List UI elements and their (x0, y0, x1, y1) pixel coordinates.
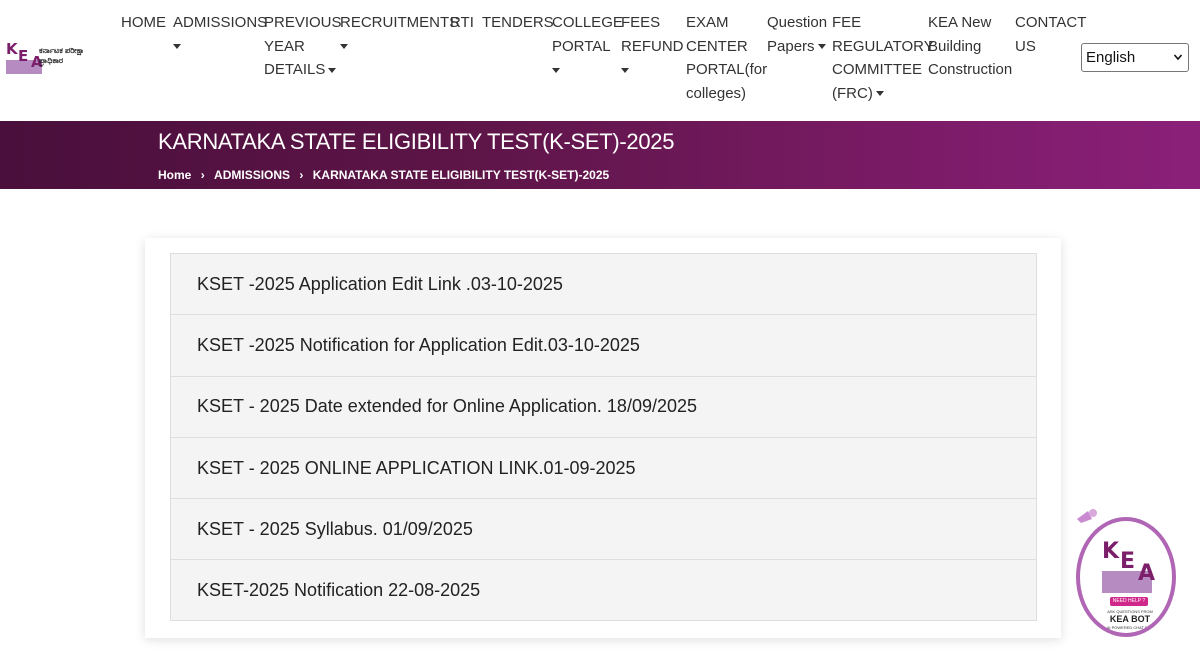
list-item-label: KSET - 2025 ONLINE APPLICATION LINK.01-0… (197, 457, 636, 478)
nav-item-question[interactable]: Question Papers (767, 11, 827, 58)
caret-down-icon (875, 91, 884, 97)
kea-bot-badge: K E A NEED HELP ? ASK QUESTIONS FROM KEA… (1076, 517, 1176, 637)
nav-item-label: CENTER (686, 37, 748, 55)
nav-item-label: FEES (621, 14, 661, 31)
nav-item-label: Building (928, 37, 982, 55)
breadcrumb: Home › ADMISSIONS › KARNATAKA STATE ELIG… (158, 167, 609, 182)
nav-item-label: CONTACT (1015, 14, 1087, 31)
nav-item-exam[interactable]: EXAM CENTER PORTAL(for colleges) (686, 11, 767, 105)
nav-item-tenders[interactable]: TENDERS (482, 11, 554, 35)
caret-down-icon (552, 67, 560, 73)
list-item-label: KSET -2025 Application Edit Link .03-10-… (197, 273, 563, 294)
nav-item-label: REFUND (621, 37, 684, 55)
nav-item-text: Papers (767, 37, 815, 55)
nav-item-label: FEE (832, 14, 862, 31)
list-item-label: KSET - 2025 Syllabus. 01/09/2025 (197, 518, 473, 539)
nav-item-admissions[interactable]: ADMISSIONS (173, 11, 267, 58)
bot-subtitle: AI POWERED CHAT BOT (1106, 625, 1154, 630)
nav-item-label: REGULATORY (832, 37, 934, 55)
nav-item-contact[interactable]: CONTACT US (1015, 11, 1086, 58)
nav-item-label: PORTAL (552, 37, 611, 55)
breadcrumb-home[interactable]: Home (158, 168, 191, 182)
nav-item-home[interactable]: HOME (121, 11, 166, 35)
nav-item-fees[interactable]: FEES REFUND (621, 11, 684, 82)
nav-item-label: ADMISSIONS (173, 14, 268, 31)
page-title: KARNATAKA STATE ELIGIBILITY TEST(K-SET)-… (158, 129, 675, 154)
nav-item-text: (FRC) (832, 84, 873, 102)
bot-name: KEA BOT (1109, 614, 1151, 624)
caret-down-icon (340, 44, 348, 50)
language-select[interactable]: English (1081, 43, 1189, 72)
caret-down-icon (328, 67, 337, 73)
caret-down-icon (173, 44, 181, 50)
nav-caret-row (173, 35, 267, 59)
bot-letter-k: K (1102, 539, 1120, 564)
breadcrumb-current: KARNATAKA STATE ELIGIBILITY TEST(K-SET)-… (312, 167, 610, 182)
nav-item-label: US (1015, 37, 1036, 55)
nav-item-label: PORTAL(for (686, 61, 768, 78)
nav-item-label: KEA New (928, 14, 992, 31)
chevron-down-icon (1174, 54, 1182, 61)
need-help-badge: NEED HELP ? (1110, 597, 1148, 606)
list-item-link[interactable]: KSET - 2025 ONLINE APPLICATION LINK.01-0… (170, 436, 1037, 499)
nav-caret-row (621, 58, 684, 82)
list-item-link[interactable]: KSET-2025 Notification 22-08-2025 (170, 559, 1037, 621)
nav-item-kea-building[interactable]: KEA New Building Construction (928, 11, 1012, 82)
nav-item-label: RTI (450, 14, 474, 31)
nav-item-label: colleges) (686, 84, 747, 102)
nav-item-label: PREVIOUS (264, 14, 342, 31)
nav-item-label: HOME (121, 14, 166, 31)
links-card: KSET -2025 Application Edit Link .03-10-… (145, 238, 1061, 638)
logo-letter-e: E (18, 47, 29, 65)
nav-item-label: DETAILS (264, 58, 342, 82)
nav-item-label: COLLEGE (552, 14, 623, 31)
caret-down-icon (817, 44, 826, 50)
nav-item-label: RECRUITMENTS (340, 14, 460, 31)
list-item-link[interactable]: KSET - 2025 Syllabus. 01/09/2025 (170, 498, 1037, 560)
kea-logo[interactable]: K E A ಕರ್ನಾಟಕ ಪರೀಕ್ಷಾ ಪ್ರಾಧಿಕಾರ (6, 38, 102, 78)
list-item-label: KSET -2025 Notification for Application … (197, 334, 640, 355)
list-item-link[interactable]: KSET -2025 Application Edit Link .03-10-… (170, 253, 1037, 315)
bot-letter-e: E (1120, 549, 1136, 574)
bot-letter-a: A (1138, 561, 1156, 586)
nav-item-label: YEAR (264, 37, 305, 55)
logo-letter-k: K (6, 40, 18, 58)
list-item-link[interactable]: KSET - 2025 Date extended for Online App… (170, 375, 1037, 437)
kea-bot-button[interactable]: K E A NEED HELP ? ASK QUESTIONS FROM KEA… (1072, 505, 1182, 640)
site-header: K E A ಕರ್ನಾಟಕ ಪರೀಕ್ಷಾ ಪ್ರಾಧಿಕಾರ HOME ADMI… (0, 0, 1200, 121)
caret-down-icon (621, 67, 629, 73)
page-banner: KARNATAKA STATE ELIGIBILITY TEST(K-SET)-… (0, 121, 1200, 189)
nav-item-label: COMMITTEE (832, 61, 922, 78)
language-selected-value: English (1086, 49, 1136, 66)
logo-kannada-text: ಕರ್ನಾಟಕ ಪರೀಕ್ಷಾ ಪ್ರಾಧಿಕಾರ (39, 46, 85, 65)
chevron-right-icon: › (299, 167, 304, 182)
list-item-label: KSET-2025 Notification 22-08-2025 (197, 579, 481, 600)
nav-caret-row (340, 35, 459, 59)
nav-item-previous[interactable]: PREVIOUS YEAR DETAILS (264, 11, 342, 82)
nav-item-college[interactable]: COLLEGE PORTAL (552, 11, 623, 82)
nav-item-label: Construction (928, 61, 1013, 78)
nav-item-fee-reg[interactable]: FEE REGULATORY COMMITTEE (FRC) (832, 11, 934, 105)
kset-links-list: KSET -2025 Application Edit Link .03-10-… (170, 253, 1037, 621)
list-item-label: KSET - 2025 Date extended for Online App… (197, 396, 698, 417)
nav-item-text: DETAILS (264, 61, 326, 78)
nav-caret-row (552, 58, 623, 82)
list-item-link[interactable]: KSET -2025 Notification for Application … (170, 314, 1037, 376)
nav-item-label: (FRC) (832, 82, 934, 106)
chevron-right-icon: › (200, 167, 205, 182)
nav-item-recruitments[interactable]: RECRUITMENTS (340, 11, 459, 58)
nav-item-rti[interactable]: RTI (450, 11, 474, 35)
nav-item-label: Question (767, 14, 828, 31)
nav-item-label: EXAM (686, 14, 729, 31)
nav-item-label: TENDERS (482, 14, 554, 31)
nav-item-label: Papers (767, 35, 827, 59)
breadcrumb-admissions[interactable]: ADMISSIONS (214, 168, 290, 182)
megaphone-icon (1077, 509, 1097, 523)
